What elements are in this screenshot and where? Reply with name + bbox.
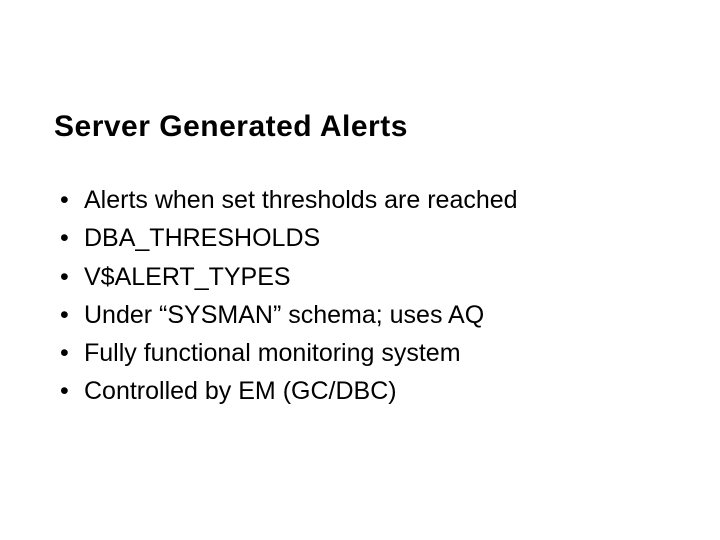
bullet-list: • Alerts when set thresholds are reached… <box>54 182 666 410</box>
slide: Server Generated Alerts • Alerts when se… <box>0 0 720 540</box>
bullet-text: Fully functional monitoring system <box>84 335 666 371</box>
bullet-icon: • <box>54 335 84 371</box>
list-item: • Controlled by EM (GC/DBC) <box>54 373 666 409</box>
bullet-icon: • <box>54 373 84 409</box>
bullet-icon: • <box>54 297 84 333</box>
bullet-text: Controlled by EM (GC/DBC) <box>84 373 666 409</box>
bullet-icon: • <box>54 220 84 256</box>
list-item: • DBA_THRESHOLDS <box>54 220 666 256</box>
list-item: • Under “SYSMAN” schema; uses AQ <box>54 297 666 333</box>
slide-title: Server Generated Alerts <box>54 110 666 144</box>
bullet-text: DBA_THRESHOLDS <box>84 220 666 256</box>
list-item: • Alerts when set thresholds are reached <box>54 182 666 218</box>
bullet-text: Alerts when set thresholds are reached <box>84 182 666 218</box>
bullet-text: Under “SYSMAN” schema; uses AQ <box>84 297 666 333</box>
bullet-text: V$ALERT_TYPES <box>84 259 666 295</box>
bullet-icon: • <box>54 259 84 295</box>
bullet-icon: • <box>54 182 84 218</box>
list-item: • V$ALERT_TYPES <box>54 259 666 295</box>
list-item: • Fully functional monitoring system <box>54 335 666 371</box>
